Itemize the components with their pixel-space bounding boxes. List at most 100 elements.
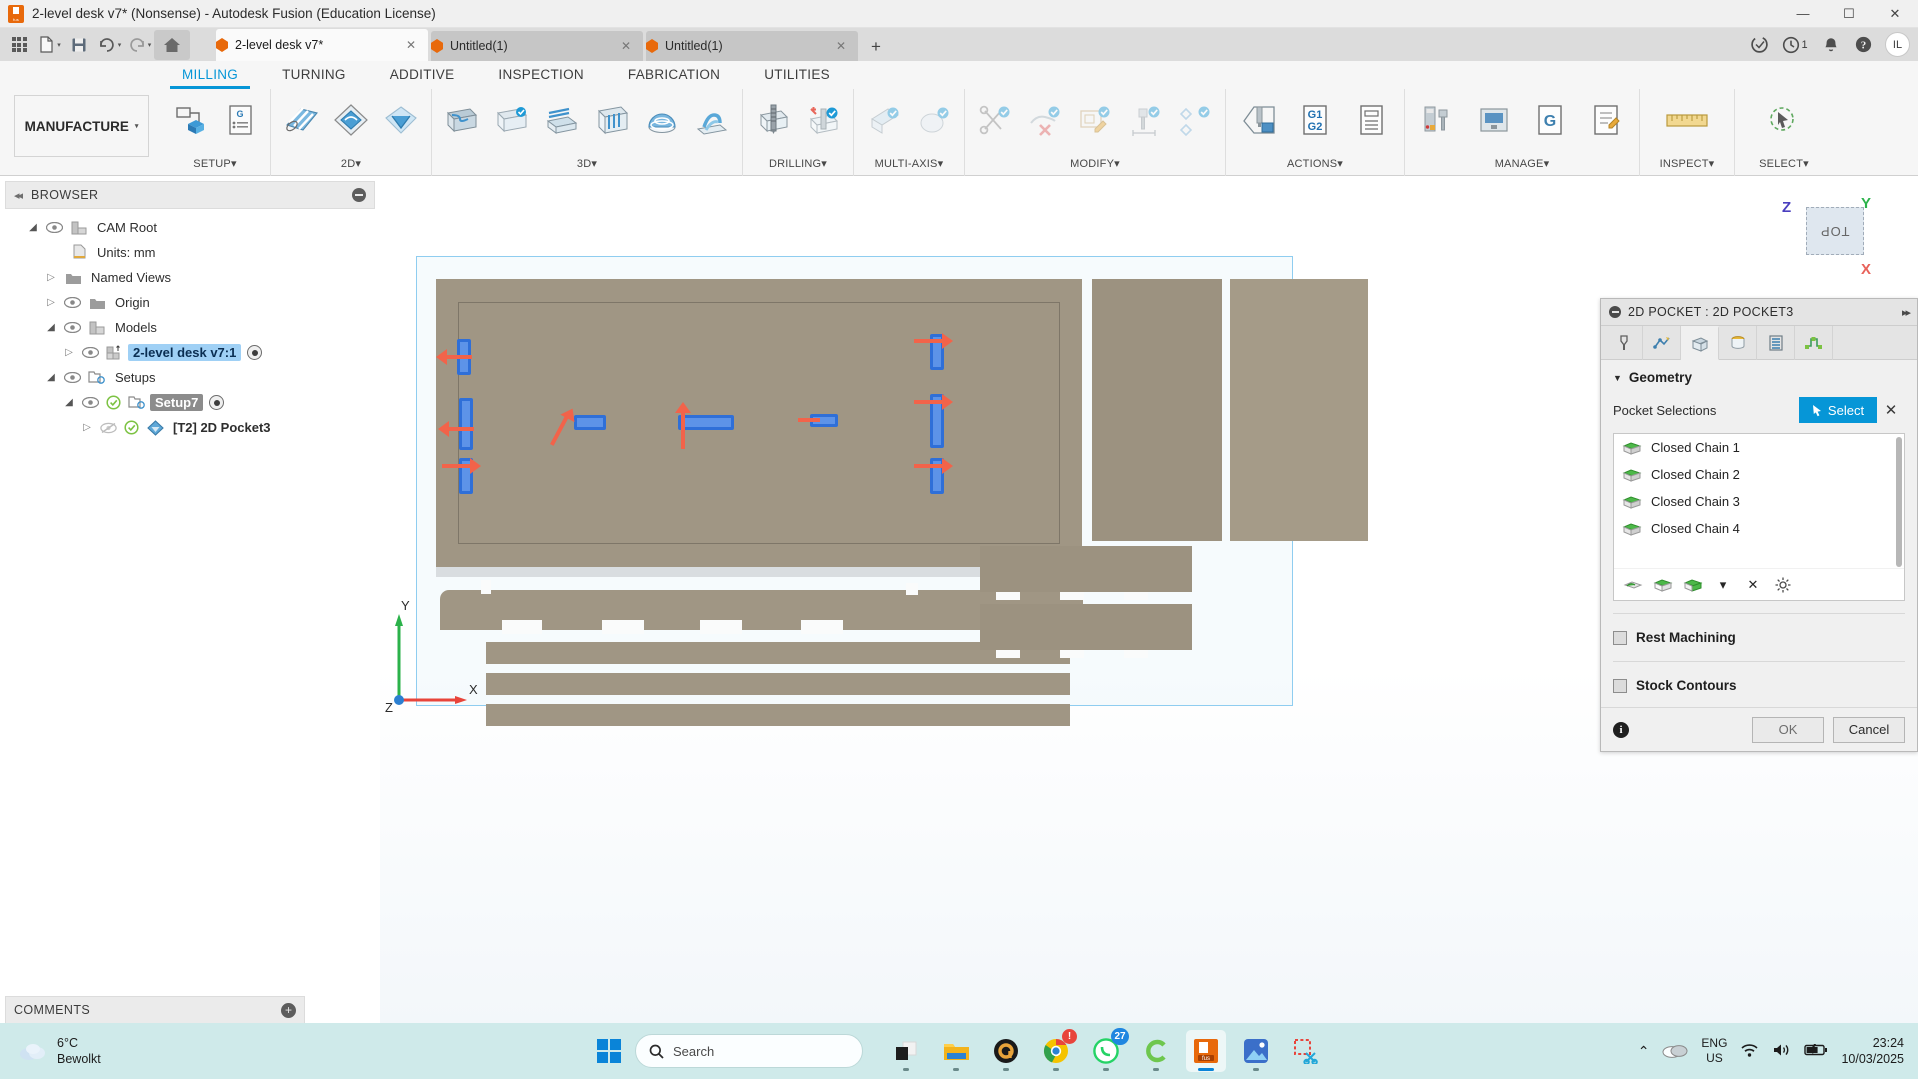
- snipping-tool-icon[interactable]: [1286, 1030, 1326, 1072]
- visibility-eye-icon[interactable]: [60, 372, 84, 383]
- select-chains-icon[interactable]: [1650, 573, 1676, 597]
- ok-button[interactable]: OK: [1752, 716, 1824, 743]
- save-icon[interactable]: [64, 31, 94, 59]
- home-icon[interactable]: [154, 29, 190, 60]
- ribbon-tab-inspection[interactable]: INSPECTION: [476, 61, 606, 87]
- tool-library-icon[interactable]: [1411, 94, 1465, 146]
- chevron-down-icon[interactable]: ▾: [1709, 158, 1715, 170]
- job-status-icon[interactable]: [1743, 31, 1775, 59]
- document-tab-close-icon[interactable]: ✕: [834, 39, 848, 53]
- visibility-eye-icon[interactable]: [42, 222, 66, 233]
- tree-item-models[interactable]: ◢ Models: [0, 315, 380, 340]
- file-explorer-icon[interactable]: [936, 1030, 976, 1072]
- tree-item-named-views[interactable]: ▷ Named Views: [0, 265, 380, 290]
- document-tab-close-icon[interactable]: ✕: [619, 39, 633, 53]
- tree-item-setup7[interactable]: ◢ Setup7: [0, 390, 380, 415]
- add-comment-icon[interactable]: +: [281, 1002, 296, 1018]
- chrome-icon[interactable]: !: [1036, 1029, 1077, 1072]
- swarf-icon[interactable]: [860, 94, 908, 146]
- tray-chevron-icon[interactable]: ⌃: [1638, 1043, 1650, 1060]
- selection-list-scrollbar[interactable]: [1896, 437, 1902, 567]
- stock-contours-checkbox[interactable]: [1613, 678, 1627, 693]
- 3d-adaptive-clearing-icon[interactable]: [438, 94, 486, 146]
- user-avatar[interactable]: IL: [1885, 32, 1910, 57]
- help-icon[interactable]: ?: [1847, 31, 1879, 59]
- collapse-panel-icon[interactable]: ◂◂: [14, 189, 23, 202]
- 3d-parallel-icon[interactable]: [588, 94, 636, 146]
- language-indicator[interactable]: ENG US: [1701, 1036, 1727, 1066]
- new-setup-icon[interactable]: [166, 94, 214, 146]
- dialog-tab-passes-2[interactable]: [1757, 326, 1795, 360]
- stock-contours-row[interactable]: Stock Contours: [1613, 674, 1905, 697]
- section-collapse-triangle-icon[interactable]: ▼: [1613, 373, 1622, 383]
- start-button[interactable]: [592, 1030, 626, 1072]
- tree-item-2d-pocket3[interactable]: ▷ [T2] 2D Pocket3: [0, 415, 380, 440]
- new-document-icon[interactable]: ▾: [34, 31, 64, 59]
- selected-pocket-chain[interactable]: [459, 398, 473, 450]
- document-tab-close-icon[interactable]: ✕: [404, 38, 418, 52]
- 3d-pocket-clearing-icon[interactable]: [488, 94, 536, 146]
- expand-triangle-icon[interactable]: ▷: [42, 297, 60, 308]
- chevron-down-icon[interactable]: ▾: [1114, 158, 1120, 170]
- undo-icon[interactable]: ▾: [94, 31, 124, 59]
- adobe-icon[interactable]: [986, 1030, 1026, 1072]
- multi-axis-contour-icon[interactable]: [910, 94, 958, 146]
- edit-toolpath-icon[interactable]: [1071, 94, 1119, 146]
- face-icon[interactable]: [277, 94, 325, 146]
- machine-library-icon[interactable]: [1467, 94, 1521, 146]
- expand-triangle-icon[interactable]: ◢: [60, 397, 78, 408]
- dialog-tab-passes[interactable]: [1643, 326, 1681, 360]
- chevron-down-icon[interactable]: ▾: [1803, 158, 1809, 170]
- cut-scissors-icon[interactable]: [971, 94, 1019, 146]
- close-button[interactable]: ✕: [1872, 0, 1918, 28]
- tree-item-setups[interactable]: ◢ Setups: [0, 365, 380, 390]
- taskbar-clock[interactable]: 23:24 10/03/2025: [1841, 1035, 1904, 1068]
- dialog-tab-tool[interactable]: [1605, 326, 1643, 360]
- activate-setup-radio[interactable]: [209, 395, 225, 410]
- 3d-spiral-icon[interactable]: [688, 94, 736, 146]
- bore-icon[interactable]: [799, 94, 847, 146]
- select-silhouette-icon[interactable]: [1680, 573, 1706, 597]
- visibility-eye-off-icon[interactable]: [96, 422, 120, 434]
- 2d-pocket-icon[interactable]: [377, 94, 425, 146]
- clear-selection-icon[interactable]: ✕: [1877, 401, 1905, 419]
- whatsapp-icon[interactable]: 27: [1086, 1028, 1129, 1072]
- dialog-tab-heights[interactable]: [1719, 326, 1757, 360]
- generate-toolpath-icon[interactable]: G: [1523, 94, 1577, 146]
- volume-icon[interactable]: [1772, 1042, 1791, 1061]
- measure-icon[interactable]: [1660, 94, 1714, 146]
- visibility-eye-icon[interactable]: [60, 297, 84, 308]
- chevron-down-icon[interactable]: ▾: [938, 158, 944, 170]
- dialog-tab-linking[interactable]: [1795, 326, 1833, 360]
- battery-charging-icon[interactable]: [1804, 1043, 1828, 1060]
- taskview-icon[interactable]: [886, 1030, 926, 1072]
- chevron-down-icon[interactable]: ▾: [591, 158, 597, 170]
- expand-triangle-icon[interactable]: ◢: [24, 222, 42, 233]
- chevron-down-icon[interactable]: ▾: [1337, 158, 1343, 170]
- maximize-button[interactable]: ☐: [1826, 0, 1872, 28]
- recent-documents-icon[interactable]: 1: [1775, 31, 1815, 59]
- post-process-icon[interactable]: G1 G2: [1288, 94, 1342, 146]
- view-cube[interactable]: TOP Z Y X: [1776, 181, 1896, 301]
- info-icon[interactable]: i: [1613, 721, 1629, 738]
- ribbon-tab-fabrication[interactable]: FABRICATION: [606, 61, 742, 87]
- expand-triangle-icon[interactable]: ▷: [78, 422, 96, 433]
- chevron-down-icon[interactable]: ▾: [355, 158, 361, 170]
- selection-list-item[interactable]: Closed Chain 4: [1614, 515, 1904, 542]
- bell-icon[interactable]: [1815, 31, 1847, 59]
- selected-pocket-chain[interactable]: [574, 415, 606, 430]
- expand-triangle-icon[interactable]: ▷: [60, 347, 78, 358]
- selection-list-item[interactable]: Closed Chain 1: [1614, 434, 1904, 461]
- minimize-button[interactable]: —: [1780, 0, 1826, 28]
- ncprogram-icon[interactable]: G: [216, 94, 264, 146]
- dialog-expand-icon[interactable]: ▸▸: [1902, 306, 1911, 319]
- cancel-button[interactable]: Cancel: [1833, 716, 1905, 743]
- tree-item-origin[interactable]: ▷ Origin: [0, 290, 380, 315]
- delete-toolpath-icon[interactable]: [1021, 94, 1069, 146]
- visibility-eye-icon[interactable]: [78, 347, 102, 358]
- tree-item-component-2-level-desk[interactable]: ▷ 2-level desk v7:1: [0, 340, 380, 365]
- comments-panel[interactable]: COMMENTS +: [5, 996, 305, 1024]
- view-cube-top-face[interactable]: TOP: [1806, 207, 1864, 255]
- new-tab-button[interactable]: +: [861, 33, 891, 61]
- document-tab-1[interactable]: Untitled(1) ✕: [431, 31, 643, 61]
